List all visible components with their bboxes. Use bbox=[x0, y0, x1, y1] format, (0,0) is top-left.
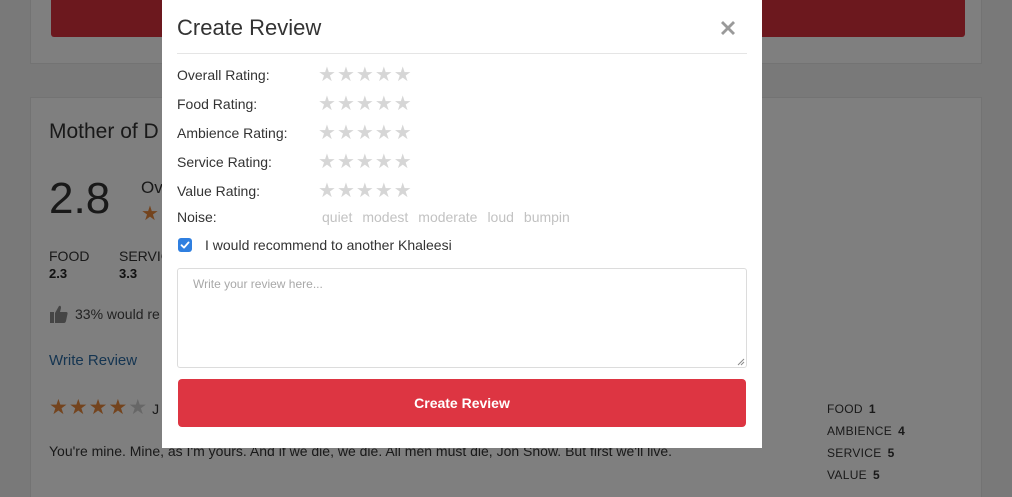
food-rating-row: Food Rating: ★ ★ ★ ★ ★ bbox=[177, 93, 412, 115]
star-icon[interactable]: ★ bbox=[375, 65, 393, 85]
noise-option-quiet[interactable]: quiet bbox=[322, 209, 352, 225]
rating-label: Service Rating: bbox=[177, 154, 272, 170]
star-icon[interactable]: ★ bbox=[337, 65, 355, 85]
create-review-modal: Create Review Overall Rating: ★ ★ ★ ★ ★ Food… bbox=[162, 0, 762, 448]
recommend-row: I would recommend to another Khaleesi bbox=[178, 237, 452, 253]
rating-label: Food Rating: bbox=[177, 96, 258, 112]
noise-option-moderate[interactable]: moderate bbox=[418, 209, 477, 225]
star-icon[interactable]: ★ bbox=[318, 152, 336, 172]
noise-option-bumpin[interactable]: bumpin bbox=[524, 209, 570, 225]
overall-rating-row: Overall Rating: ★ ★ ★ ★ ★ bbox=[177, 64, 412, 86]
star-icon[interactable]: ★ bbox=[375, 123, 393, 143]
star-icon[interactable]: ★ bbox=[356, 181, 374, 201]
ambience-star-input[interactable]: ★ ★ ★ ★ ★ bbox=[318, 123, 412, 143]
noise-option-loud[interactable]: loud bbox=[487, 209, 513, 225]
star-icon[interactable]: ★ bbox=[356, 152, 374, 172]
star-icon[interactable]: ★ bbox=[375, 181, 393, 201]
overall-star-input[interactable]: ★ ★ ★ ★ ★ bbox=[318, 65, 412, 85]
rating-label: Overall Rating: bbox=[177, 67, 270, 83]
divider bbox=[177, 53, 747, 54]
rating-label: Ambience Rating: bbox=[177, 125, 288, 141]
star-icon[interactable]: ★ bbox=[337, 152, 355, 172]
service-rating-row: Service Rating: ★ ★ ★ ★ ★ bbox=[177, 151, 412, 173]
star-icon[interactable]: ★ bbox=[318, 181, 336, 201]
star-icon[interactable]: ★ bbox=[337, 181, 355, 201]
noise-label: Noise: bbox=[177, 209, 217, 225]
star-icon[interactable]: ★ bbox=[318, 65, 336, 85]
star-icon[interactable]: ★ bbox=[337, 123, 355, 143]
recommend-label: I would recommend to another Khaleesi bbox=[205, 237, 452, 253]
star-icon[interactable]: ★ bbox=[337, 94, 355, 114]
star-icon[interactable]: ★ bbox=[318, 94, 336, 114]
review-textarea[interactable] bbox=[177, 268, 747, 368]
value-rating-row: Value Rating: ★ ★ ★ ★ ★ bbox=[177, 180, 412, 202]
star-icon[interactable]: ★ bbox=[394, 123, 412, 143]
star-icon[interactable]: ★ bbox=[394, 152, 412, 172]
close-icon[interactable] bbox=[718, 18, 738, 38]
recommend-checkbox[interactable] bbox=[178, 238, 192, 252]
food-star-input[interactable]: ★ ★ ★ ★ ★ bbox=[318, 94, 412, 114]
resize-handle-icon[interactable] bbox=[736, 357, 745, 366]
star-icon[interactable]: ★ bbox=[356, 123, 374, 143]
value-star-input[interactable]: ★ ★ ★ ★ ★ bbox=[318, 181, 412, 201]
star-icon[interactable]: ★ bbox=[356, 94, 374, 114]
noise-option-modest[interactable]: modest bbox=[362, 209, 408, 225]
star-icon[interactable]: ★ bbox=[375, 152, 393, 172]
star-icon[interactable]: ★ bbox=[394, 181, 412, 201]
star-icon[interactable]: ★ bbox=[356, 65, 374, 85]
checkmark-icon bbox=[180, 241, 190, 249]
modal-title: Create Review bbox=[177, 15, 322, 40]
star-icon[interactable]: ★ bbox=[394, 94, 412, 114]
ambience-rating-row: Ambience Rating: ★ ★ ★ ★ ★ bbox=[177, 122, 412, 144]
rating-label: Value Rating: bbox=[177, 183, 261, 199]
star-icon[interactable]: ★ bbox=[318, 123, 336, 143]
star-icon[interactable]: ★ bbox=[375, 94, 393, 114]
create-review-button[interactable]: Create Review bbox=[178, 379, 746, 427]
noise-row: Noise: quiet modest moderate loud bumpin bbox=[177, 207, 580, 227]
star-icon[interactable]: ★ bbox=[394, 65, 412, 85]
service-star-input[interactable]: ★ ★ ★ ★ ★ bbox=[318, 152, 412, 172]
